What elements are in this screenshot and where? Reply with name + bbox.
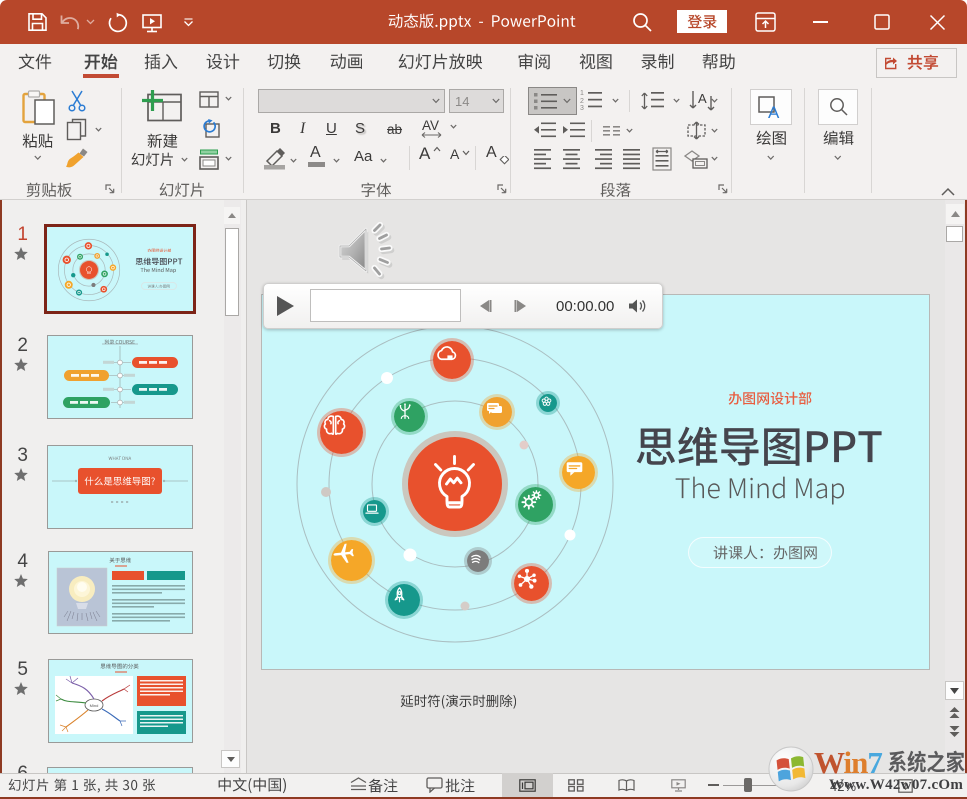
svg-text:A: A (768, 103, 780, 120)
svg-text:Mind: Mind (90, 703, 99, 708)
svg-text:A: A (698, 91, 707, 106)
